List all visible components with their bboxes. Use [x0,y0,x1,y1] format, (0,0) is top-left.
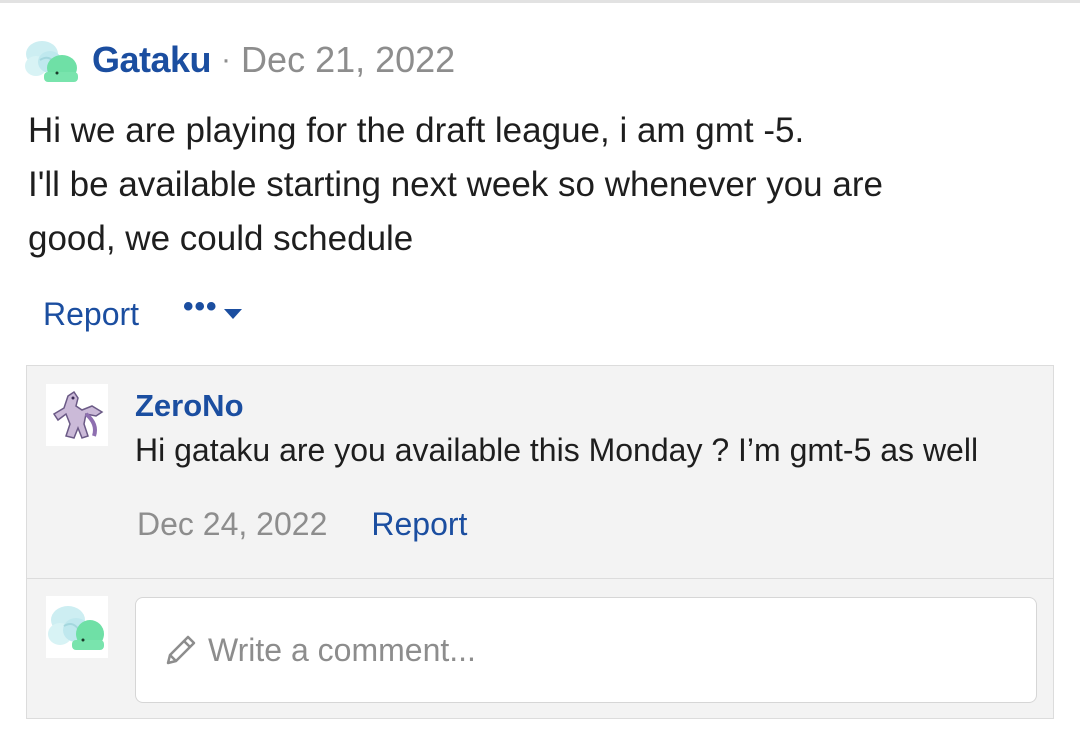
reply-report-button[interactable]: Report [371,506,467,543]
chevron-down-icon [223,309,242,319]
more-dots-icon: ••• [183,290,218,323]
top-divider [0,0,1080,3]
post-body: Hi we are playing for the draft league, … [28,104,1038,266]
reply-author-name[interactable]: ZeroNo [135,388,244,424]
mewtwo-sprite-icon [46,384,108,446]
post-header: Gataku · Dec 21, 2022 [24,30,455,90]
more-options-button[interactable]: ••• [183,292,244,336]
author-avatar[interactable] [24,32,80,88]
reply-divider [27,578,1053,579]
post-date: Dec 21, 2022 [241,39,456,80]
comment-input[interactable]: Write a comment... [135,597,1037,703]
pencil-icon [166,635,196,665]
current-user-avatar [46,596,108,658]
reply-panel: ZeroNo Hi gataku are you available this … [26,365,1054,719]
cloud-avatar-icon [25,41,78,82]
post-actions: Report ••• [43,292,244,336]
reply-meta: Dec 24, 2022 Report [137,506,467,543]
post-line: I'll be available starting next week so … [28,165,883,204]
report-button[interactable]: Report [43,296,139,333]
meta-separator: · [221,43,232,76]
post-line: Hi we are playing for the draft league, … [28,111,805,150]
comment-placeholder: Write a comment... [208,631,476,668]
reply-text: Hi gataku are you available this Monday … [135,432,979,468]
reply-author-avatar[interactable] [46,384,108,446]
reply-date: Dec 24, 2022 [137,506,328,542]
cloud-avatar-icon [46,596,108,658]
post-line: good, we could schedule [28,219,414,258]
post-author-name[interactable]: Gataku [92,39,212,81]
